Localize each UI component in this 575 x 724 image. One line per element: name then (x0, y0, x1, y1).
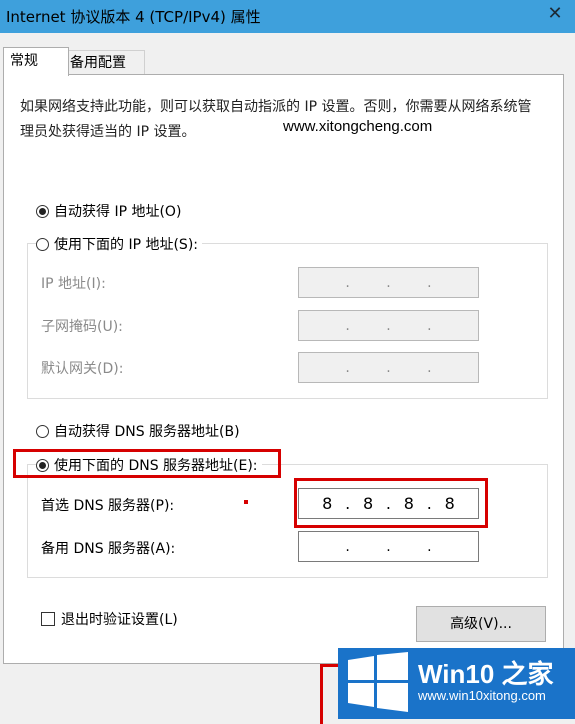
radio-selected-icon (36, 204, 49, 218)
logo-url: www.win10xitong.com (418, 688, 546, 703)
description-text: 如果网络支持此功能，则可以获取自动指派的 IP 设置。否则，你需要从网络系统管理… (20, 99, 532, 140)
ip-address-label: IP 地址(I): (41, 276, 106, 292)
radio-unselected-icon (36, 237, 49, 251)
ip-address-input[interactable]: ... (298, 267, 479, 298)
radio-manual-ip-label: 使用下面的 IP 地址(S): (54, 237, 198, 253)
advanced-button[interactable]: 高级(V)... (416, 606, 546, 642)
radio-auto-dns-label: 自动获得 DNS 服务器地址(B) (54, 424, 240, 440)
radio-manual-ip[interactable]: 使用下面的 IP 地址(S): (36, 234, 202, 254)
logo-brand: Win10 之家 (418, 659, 554, 689)
alternate-dns-label: 备用 DNS 服务器(A): (41, 541, 176, 557)
radio-auto-ip[interactable]: 自动获得 IP 地址(O) (36, 201, 181, 221)
windows-logo-icon (348, 652, 408, 712)
validate-on-exit-checkbox[interactable]: 退出时验证设置(L) (41, 609, 178, 629)
preferred-dns-label: 首选 DNS 服务器(P): (41, 498, 175, 514)
radio-auto-dns[interactable]: 自动获得 DNS 服务器地址(B) (36, 421, 240, 441)
subnet-mask-label: 子网掩码(U): (41, 319, 123, 335)
radio-auto-ip-label: 自动获得 IP 地址(O) (54, 204, 182, 220)
watermark-text: www.xitongcheng.com (283, 118, 433, 135)
win10-logo: Win10 之家 www.win10xitong.com (338, 648, 575, 719)
annotation-dot (244, 500, 248, 504)
radio-unselected-icon (36, 424, 49, 438)
close-icon[interactable]: ✕ (545, 4, 565, 24)
title-bar: Internet 协议版本 4 (TCP/IPv4) 属性 ✕ (0, 0, 575, 33)
validate-on-exit-label: 退出时验证设置(L) (61, 612, 178, 628)
window-title: Internet 协议版本 4 (TCP/IPv4) 属性 (6, 8, 261, 26)
subnet-mask-input[interactable]: ... (298, 310, 479, 341)
tab-general[interactable]: 常规 (3, 47, 69, 76)
default-gateway-input[interactable]: ... (298, 352, 479, 383)
tab-alternate-config[interactable]: 备用配置 (63, 50, 145, 75)
checkbox-icon (41, 612, 55, 626)
default-gateway-label: 默认网关(D): (41, 361, 124, 377)
alternate-dns-input[interactable]: ... (298, 531, 479, 562)
highlight-manual-dns (13, 449, 281, 478)
highlight-preferred-dns (294, 478, 488, 528)
